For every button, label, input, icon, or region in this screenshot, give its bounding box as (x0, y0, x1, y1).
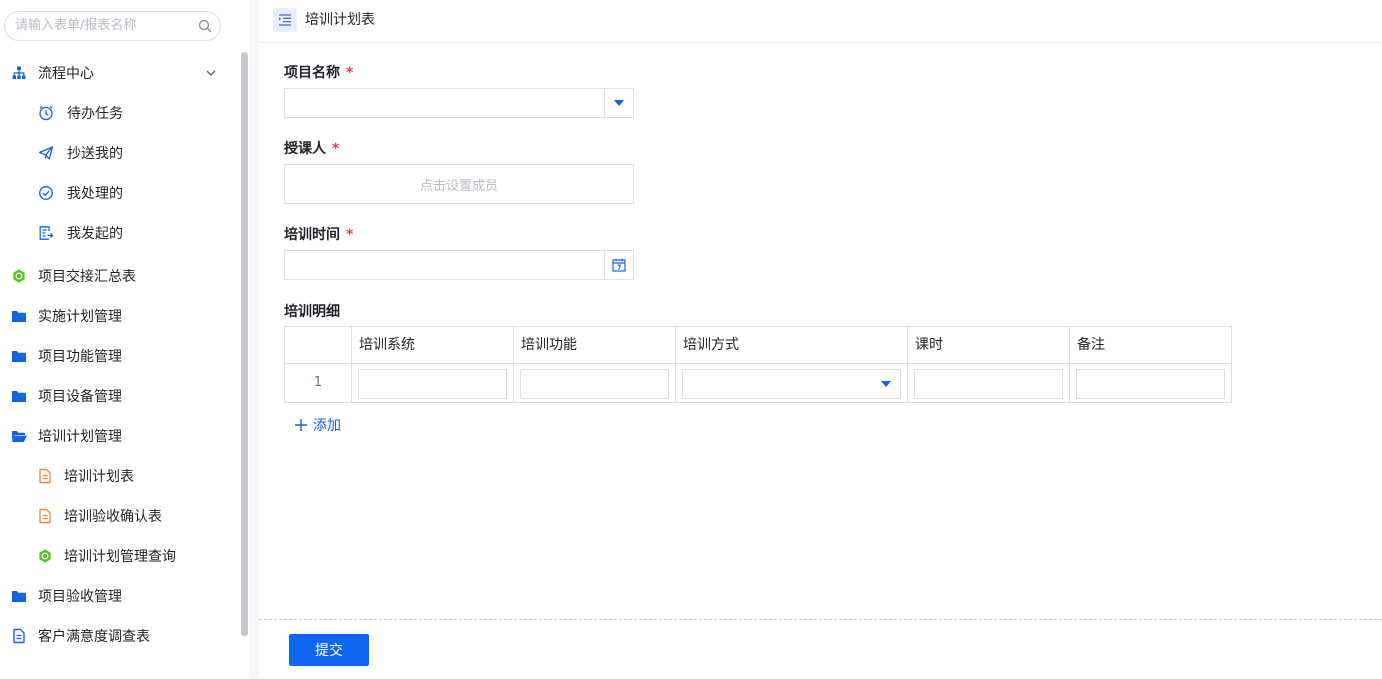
doc-export-icon (38, 225, 54, 241)
plus-icon (295, 419, 307, 431)
main-panel: 培训计划表 项目名称 * 授课人 * 点击设置成员 培训时间 * 培训明细 培训… (259, 0, 1382, 678)
sidebar-item-training-plan-mgmt[interactable]: 培训计划管理 (0, 416, 236, 456)
caret-down-icon (614, 100, 624, 106)
check-circle-icon (38, 185, 54, 201)
table-header-index (285, 327, 352, 363)
folder-icon (11, 308, 27, 324)
search-icon[interactable] (198, 19, 212, 33)
report-icon (37, 548, 53, 564)
paper-plane-icon (38, 145, 54, 161)
sidebar-item-customer-survey[interactable]: 客户满意度调查表 (0, 616, 236, 656)
report-icon (11, 268, 27, 284)
sidebar-item-initiated[interactable]: 我发起的 (0, 213, 236, 253)
training-time-date-picker[interactable] (284, 250, 634, 280)
remarks-input[interactable] (1076, 369, 1225, 399)
sidebar-item-label: 项目交接汇总表 (38, 269, 136, 285)
sidebar-item-label: 客户满意度调查表 (38, 629, 150, 645)
trainer-member-picker[interactable]: 点击设置成员 (284, 164, 634, 204)
training-function-input[interactable] (520, 369, 669, 399)
field-label-training-time: 培训时间 * (284, 227, 354, 243)
sidebar-item-cc-me[interactable]: 抄送我的 (0, 133, 236, 173)
sidebar-item-label: 待办任务 (67, 106, 123, 122)
field-label-trainer: 授课人 * (284, 141, 340, 157)
field-label-project-name: 项目名称 * (284, 65, 354, 81)
training-system-input[interactable] (358, 369, 507, 399)
sidebar-item-label: 项目验收管理 (38, 589, 122, 605)
table-row-index-cell: 1 (285, 363, 352, 402)
page-title: 培训计划表 (305, 12, 375, 28)
table-header-cell: 备注 (1077, 337, 1105, 353)
form-icon (37, 468, 53, 484)
sidebar-item-project-equipment[interactable]: 项目设备管理 (0, 376, 236, 416)
sidebar-item-project-handover[interactable]: 项目交接汇总表 (0, 256, 236, 296)
sidebar-item-process-center[interactable]: 流程中心 (0, 53, 236, 93)
sidebar-scrollbar[interactable] (241, 52, 248, 636)
sidebar-item-label: 培训计划表 (64, 469, 134, 485)
training-detail-table: 培训系统 培训功能 培训方式 课时 备注 1 (284, 326, 1232, 403)
folder-icon (11, 348, 27, 364)
sidebar-item-training-plan[interactable]: 培训计划表 (0, 456, 236, 496)
table-cell (514, 363, 676, 402)
sidebar-item-label: 培训验收确认表 (64, 509, 162, 525)
calendar-button[interactable] (604, 251, 633, 279)
sidebar-item-todo[interactable]: 待办任务 (0, 93, 236, 133)
class-hours-input[interactable] (914, 369, 1063, 399)
table-cell (676, 363, 908, 402)
table-header-cell: 培训方式 (676, 327, 908, 363)
sidebar-item-label: 流程中心 (38, 66, 94, 82)
sidebar-item-label: 我发起的 (67, 226, 123, 242)
sidebar-item-label: 项目设备管理 (38, 389, 122, 405)
sidebar-item-label: 我处理的 (67, 186, 123, 202)
document-icon (11, 628, 27, 644)
sidebar-item-label: 项目功能管理 (38, 349, 122, 365)
table-cell (1070, 363, 1231, 402)
project-name-select[interactable] (284, 88, 634, 118)
sidebar: 请输入表单/报表名称 流程中心 待办任务 抄送我的 我处理的 我发起的 项目交接… (0, 0, 249, 678)
folder-icon (11, 388, 27, 404)
folder-open-icon (11, 428, 27, 444)
caret-down-icon (881, 381, 891, 387)
table-header-cell: 课时 (908, 327, 1070, 363)
submit-button[interactable]: 提交 (289, 634, 369, 666)
search-input[interactable]: 请输入表单/报表名称 (15, 12, 136, 40)
sidebar-item-label: 实施计划管理 (38, 309, 122, 325)
sidebar-item-label: 培训计划管理 (38, 429, 122, 445)
sidebar-item-project-acceptance[interactable]: 项目验收管理 (0, 576, 236, 616)
table-cell (908, 363, 1070, 402)
sidebar-item-implementation-plan[interactable]: 实施计划管理 (0, 296, 236, 336)
search-box[interactable]: 请输入表单/报表名称 (4, 11, 221, 41)
add-row-label: 添加 (313, 418, 341, 434)
chevron-down-icon[interactable] (205, 67, 217, 79)
row-number: 1 (313, 375, 323, 390)
table-cell (352, 363, 514, 402)
folder-icon (11, 588, 27, 604)
dropdown-toggle[interactable] (872, 370, 900, 398)
add-row-button[interactable]: 添加 (294, 415, 341, 435)
sidebar-item-training-plan-query[interactable]: 培训计划管理查询 (0, 536, 236, 576)
form-icon (37, 508, 53, 524)
training-method-select[interactable] (682, 369, 901, 399)
menu-toggle-icon[interactable] (273, 8, 297, 32)
clock-icon (38, 105, 54, 121)
sidebar-item-project-function[interactable]: 项目功能管理 (0, 336, 236, 376)
sidebar-item-training-acceptance[interactable]: 培训验收确认表 (0, 496, 236, 536)
table-header-cell: 培训系统 (352, 327, 514, 363)
org-chart-icon (11, 65, 27, 81)
dropdown-toggle[interactable] (604, 89, 633, 117)
page-header: 培训计划表 (259, 0, 1382, 43)
table-header-cell: 培训功能 (514, 327, 676, 363)
form-footer: 提交 (259, 619, 1382, 679)
member-picker-placeholder: 点击设置成员 (419, 178, 498, 194)
field-label-training-detail: 培训明细 (284, 304, 340, 320)
sidebar-item-handled[interactable]: 我处理的 (0, 173, 236, 213)
sidebar-item-label: 培训计划管理查询 (64, 549, 176, 565)
calendar-icon (612, 258, 626, 272)
sidebar-item-label: 抄送我的 (67, 146, 123, 162)
